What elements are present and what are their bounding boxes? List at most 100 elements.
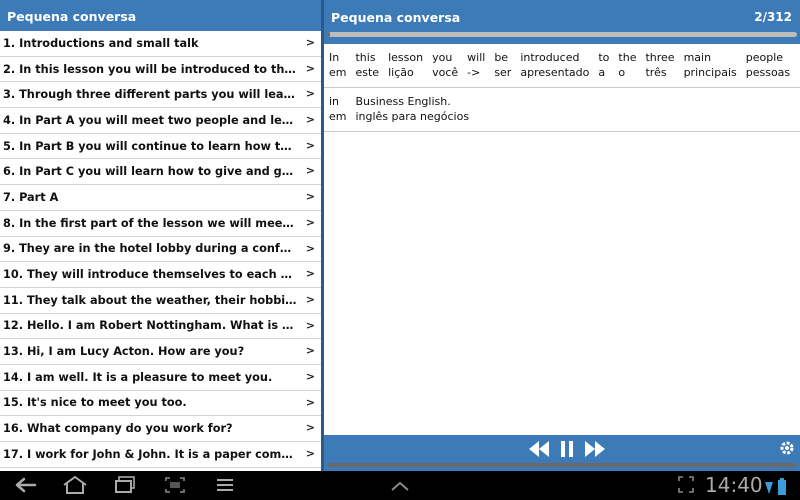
lesson-item-text: 8. In the first part of the lesson we wi… [3, 216, 297, 230]
lesson-list-item[interactable]: 15. It's nice to meet you too. > [0, 390, 321, 417]
home-icon[interactable] [62, 475, 88, 498]
recent-apps-icon[interactable] [114, 476, 136, 498]
lesson-item-text: 13. Hi, I am Lucy Acton. How are you? [3, 345, 245, 359]
lesson-list-item[interactable]: 7. Part A > [0, 185, 321, 211]
word-pair[interactable]: you você [429, 49, 461, 81]
word-translation: pessoas [745, 66, 791, 79]
lesson-list-item[interactable]: 13. Hi, I am Lucy Acton. How are you? > [0, 339, 321, 365]
word-pair[interactable]: In em [326, 49, 349, 81]
lesson-item-text: 2. In this lesson you will be introduced… [3, 62, 297, 76]
screenshot-icon[interactable] [164, 476, 186, 498]
word-english: lesson [388, 51, 424, 64]
word-translation: apresentado [520, 66, 590, 79]
word-translation: três [645, 66, 667, 79]
chevron-right-icon: > [305, 87, 315, 101]
system-clock: 14:40 [705, 473, 763, 497]
lesson-list-item[interactable]: 16. What company do you work for? > [0, 416, 321, 442]
lesson-item-text: 14. I am well. It is a pleasure to meet … [3, 370, 273, 384]
word-english: to [598, 51, 610, 64]
lesson-item-text: 5. In Part B you will continue to learn … [3, 139, 297, 153]
word-pair[interactable]: to a [595, 49, 612, 81]
lesson-list-item[interactable]: 4. In Part A you will meet two people an… [0, 108, 321, 134]
word-pair[interactable]: people pessoas [743, 49, 793, 81]
word-pair[interactable]: introduced apresentado [517, 49, 592, 81]
sentence-header: Pequena conversa 2/312 [324, 0, 800, 44]
word-english: be [494, 51, 509, 64]
lesson-list-item[interactable]: 6. In Part C you will learn how to give … [0, 159, 321, 186]
word-translation: a [598, 66, 606, 79]
pause-icon[interactable] [560, 440, 574, 462]
lesson-list-item[interactable]: 9. They are in the hotel lobby during a … [0, 236, 321, 263]
audio-player-bar [324, 435, 800, 471]
lesson-list-item[interactable]: 12. Hello. I am Robert Nottingham. What … [0, 313, 321, 340]
word-translation: este [355, 66, 380, 79]
word-pair[interactable]: this este [352, 49, 382, 81]
lesson-item-text: 3. Through three different parts you wil… [3, 88, 297, 102]
lesson-list-item[interactable]: 8. In the first part of the lesson we wi… [0, 210, 321, 237]
playback-progress-fill [327, 463, 797, 467]
lesson-item-text: 15. It's nice to meet you too. [3, 396, 187, 410]
chevron-right-icon: > [305, 447, 315, 460]
fast-forward-icon[interactable] [584, 440, 606, 462]
lesson-list-item[interactable]: 2. In this lesson you will be introduced… [0, 56, 321, 83]
lesson-list-panel: Pequena conversa 1. Introductions and sm… [0, 0, 321, 471]
lesson-item-text: 4. In Part A you will meet two people an… [3, 113, 297, 127]
back-icon[interactable] [14, 476, 38, 498]
battery-icon [777, 478, 787, 500]
word-translation: lição [388, 66, 414, 79]
lesson-list-item[interactable]: 1. Introductions and small talk > [0, 31, 321, 57]
word-english: this [355, 51, 376, 64]
word-translation: em [329, 110, 347, 123]
chevron-right-icon: > [305, 138, 315, 152]
lesson-progress-bar[interactable] [327, 32, 797, 37]
notification-icon[interactable] [764, 480, 774, 499]
gear-icon[interactable] [778, 439, 796, 461]
word-english: in [329, 95, 340, 108]
word-pair[interactable]: lesson lição [385, 49, 426, 81]
lesson-list-item[interactable]: 11. They talk about the weather, their h… [0, 287, 321, 314]
word-pair[interactable]: Business English. inglês para negócios [352, 93, 472, 125]
sentence-panel-title: Pequena conversa [331, 10, 461, 25]
lesson-item-text: 11. They talk about the weather, their h… [3, 293, 297, 307]
sentence-counter: 2/312 [754, 10, 792, 24]
word-translation: o [618, 66, 626, 79]
lesson-list-item[interactable]: 17. I work for John & John. It is a pape… [0, 442, 321, 468]
chevron-right-icon: > [305, 344, 315, 358]
fullscreen-icon[interactable] [678, 476, 694, 498]
word-translation: principais [683, 66, 737, 79]
playback-progress-bar[interactable] [327, 463, 797, 467]
chevron-right-icon: > [305, 421, 315, 435]
sentence-row: In em this este lesson lição you você will -> be se… [324, 44, 800, 88]
word-pair[interactable]: the o [615, 49, 639, 81]
lesson-progress-fill [327, 32, 330, 37]
word-english: the [618, 51, 637, 64]
lesson-list-item[interactable]: 10. They will introduce themselves to ea… [0, 262, 321, 288]
lesson-item-text: 9. They are in the hotel lobby during a … [3, 242, 297, 256]
word-english: three [645, 51, 675, 64]
lesson-list-item[interactable]: 5. In Part B you will continue to learn … [0, 133, 321, 160]
chevron-right-icon: > [305, 369, 315, 383]
menu-icon[interactable] [214, 476, 236, 498]
chevron-right-icon: > [305, 292, 315, 306]
word-pair[interactable]: main principais [681, 49, 740, 81]
chevron-right-icon: > [305, 241, 315, 255]
lesson-item-text: 10. They will introduce themselves to ea… [3, 268, 297, 282]
word-pair[interactable]: three três [642, 49, 677, 81]
expand-up-icon[interactable] [389, 478, 411, 497]
sentence-area: In em this este lesson lição you você will -> be se… [324, 44, 800, 132]
lesson-item-text: 1. Introductions and small talk [3, 36, 199, 50]
rewind-icon[interactable] [528, 440, 550, 462]
chevron-right-icon: > [305, 395, 315, 409]
chevron-right-icon: > [305, 61, 315, 75]
word-pair[interactable]: in em [326, 93, 349, 125]
word-pair[interactable]: be ser [491, 49, 514, 81]
lesson-list-title: Pequena conversa [0, 0, 321, 31]
lesson-list-item[interactable]: 3. Through three different parts you wil… [0, 82, 321, 109]
word-english: introduced [520, 51, 580, 64]
lesson-item-text: 7. Part A [3, 190, 59, 204]
word-pair[interactable]: will -> [464, 49, 488, 81]
word-english: you [432, 51, 453, 64]
lesson-list-item[interactable]: 14. I am well. It is a pleasure to meet … [0, 364, 321, 391]
word-translation: ser [494, 66, 512, 79]
word-translation: -> [467, 66, 481, 79]
